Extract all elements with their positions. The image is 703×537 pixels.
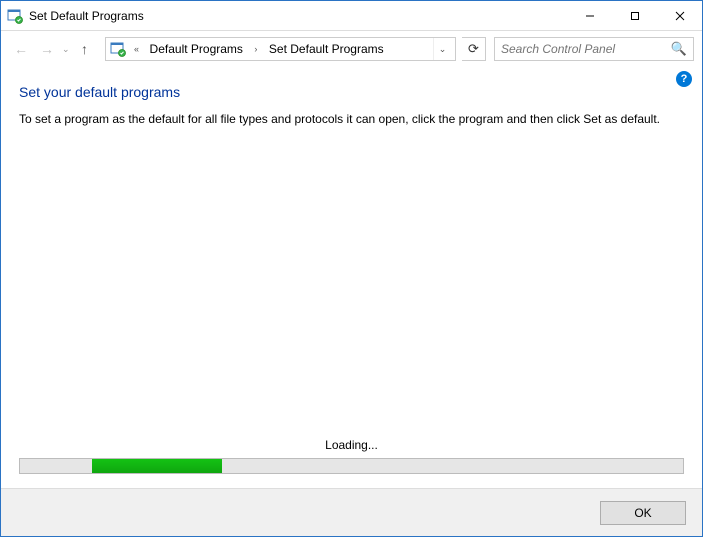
forward-button[interactable]: → bbox=[35, 37, 59, 61]
window-controls bbox=[567, 1, 702, 30]
back-button[interactable]: ← bbox=[9, 37, 33, 61]
address-history-dropdown[interactable]: ⌄ bbox=[433, 38, 451, 60]
breadcrumb-root-chevron[interactable]: « bbox=[130, 44, 144, 54]
address-bar[interactable]: « Default Programs › Set Default Program… bbox=[105, 37, 456, 61]
loading-area: Loading... bbox=[19, 438, 684, 474]
titlebar: Set Default Programs bbox=[1, 1, 702, 31]
refresh-button[interactable]: ⟳ bbox=[462, 37, 486, 61]
page-description: To set a program as the default for all … bbox=[19, 112, 684, 126]
recent-locations-dropdown[interactable]: ⌄ bbox=[62, 44, 70, 55]
breadcrumb-seg-default-programs[interactable]: Default Programs bbox=[148, 42, 245, 56]
content-area: Set your default programs To set a progr… bbox=[1, 68, 702, 488]
up-button[interactable]: ↑ bbox=[73, 37, 97, 61]
minimize-button[interactable] bbox=[567, 1, 612, 30]
progress-bar bbox=[19, 458, 684, 474]
search-icon[interactable]: 🔍 bbox=[671, 41, 687, 57]
search-input[interactable] bbox=[501, 42, 671, 56]
search-box[interactable]: 🔍 bbox=[494, 37, 694, 61]
close-button[interactable] bbox=[657, 1, 702, 30]
breadcrumb-seg-set-default-programs[interactable]: Set Default Programs bbox=[267, 42, 386, 56]
location-icon bbox=[110, 41, 126, 57]
maximize-button[interactable] bbox=[612, 1, 657, 30]
window-title: Set Default Programs bbox=[29, 9, 567, 23]
loading-label: Loading... bbox=[19, 438, 684, 452]
progress-chunk bbox=[92, 459, 222, 473]
bottom-bar: OK bbox=[1, 488, 702, 536]
breadcrumb-chevron-icon[interactable]: › bbox=[249, 44, 263, 54]
ok-button[interactable]: OK bbox=[600, 501, 686, 525]
window-icon bbox=[7, 8, 23, 24]
page-heading: Set your default programs bbox=[19, 84, 684, 100]
navigation-bar: ← → ⌄ ↑ « Default Programs › Set Default… bbox=[1, 31, 702, 67]
